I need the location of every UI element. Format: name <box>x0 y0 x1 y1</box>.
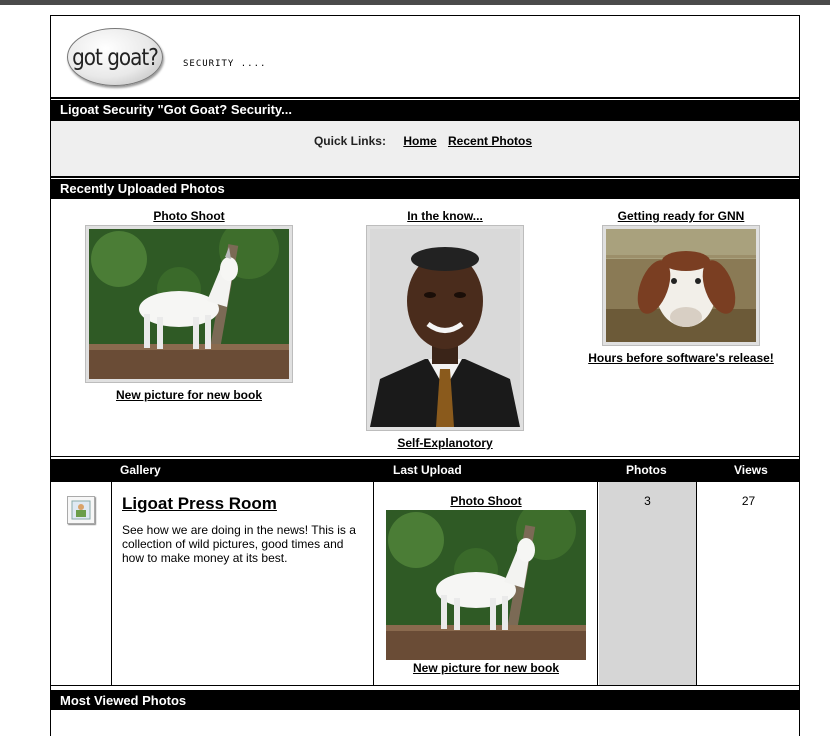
gallery-info-cell: Ligoat Press Room See how we are doing i… <box>112 482 374 685</box>
last-upload-title-link[interactable]: Photo Shoot <box>375 494 597 508</box>
photo-count: 3 <box>644 494 651 508</box>
photo-caption-link[interactable]: Self-Explanotory <box>366 436 524 450</box>
page-container: got goat? SECURITY .... Ligoat Security … <box>50 15 800 736</box>
recent-photo-2: In the know... Self-Explanotory <box>366 209 524 450</box>
last-upload-caption-link[interactable]: New picture for new book <box>375 661 597 675</box>
window-top-bar <box>0 0 830 5</box>
photo-thumbnail-white-goat[interactable] <box>85 225 293 383</box>
last-upload-cell: Photo Shoot New picture for new book <box>375 482 598 685</box>
photo-title-link[interactable]: In the know... <box>366 209 524 223</box>
photo-caption-link[interactable]: New picture for new book <box>85 388 293 402</box>
view-count: 27 <box>741 494 756 508</box>
got-goat-logo[interactable]: got goat? <box>67 28 163 86</box>
quick-links-panel: Quick Links: Home Recent Photos <box>51 120 799 176</box>
gallery-table-header: Gallery Last Upload Photos Views <box>51 457 799 481</box>
recent-photo-1: Photo Shoot New picture for new book <box>85 209 293 402</box>
recent-photos-heading: Recently Uploaded Photos <box>51 178 799 199</box>
most-viewed-heading: Most Viewed Photos <box>51 688 799 710</box>
gallery-description: See how we are doing in the news! This i… <box>122 523 356 565</box>
quick-links-label: Quick Links: <box>313 134 386 148</box>
view-count-cell: 27 <box>698 482 799 685</box>
recent-photos-section: Photo Shoot New picture for new book In … <box>51 199 799 457</box>
photo-title-link[interactable]: Getting ready for GNN <box>581 209 781 223</box>
logo-text: got goat? <box>72 43 159 71</box>
last-upload-thumbnail[interactable] <box>386 500 586 660</box>
gallery-column-header: Gallery <box>120 463 161 477</box>
photo-thumbnail-portrait[interactable] <box>366 225 524 431</box>
gallery-icon[interactable] <box>67 496 95 524</box>
photos-column-header: Photos <box>626 463 667 477</box>
last-upload-column-header: Last Upload <box>393 463 462 477</box>
home-link[interactable]: Home <box>403 134 436 148</box>
logo-tagline: SECURITY .... <box>183 59 267 69</box>
photo-title-link[interactable]: Photo Shoot <box>85 209 293 223</box>
photo-thumbnail-brown-goat[interactable] <box>602 225 760 346</box>
recent-photo-3: Getting ready for GNN Hours before softw… <box>581 209 781 365</box>
gallery-name-link[interactable]: Ligoat Press Room <box>122 494 277 513</box>
gallery-row: Ligoat Press Room See how we are doing i… <box>51 481 799 686</box>
views-column-header: Views <box>734 463 768 477</box>
photo-count-cell: 3 <box>599 482 697 685</box>
recent-photos-link[interactable]: Recent Photos <box>448 134 532 148</box>
photo-caption-link[interactable]: Hours before software's release! <box>581 351 781 365</box>
site-header: got goat? SECURITY .... <box>51 16 799 97</box>
gallery-icon-cell <box>51 482 112 685</box>
site-title-bar: Ligoat Security "Got Goat? Security... <box>51 99 799 120</box>
